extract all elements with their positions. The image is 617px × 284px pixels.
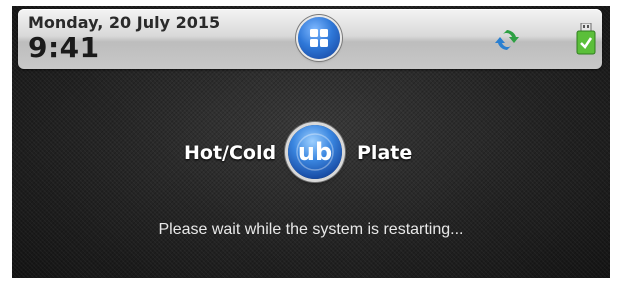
current-date: Monday, 20 July 2015 xyxy=(28,13,221,32)
usb-drive-icon[interactable] xyxy=(575,23,597,55)
logo-text: ub xyxy=(298,138,332,166)
brand-left-word: Hot/Cold xyxy=(184,142,277,164)
top-status-bar: Monday, 20 July 2015 9:41 xyxy=(18,9,602,69)
home-button[interactable] xyxy=(298,17,340,59)
device-screen: Monday, 20 July 2015 9:41 Hot/Cold ub Pl… xyxy=(12,6,610,278)
brand-right-word: Plate xyxy=(357,142,413,164)
grid-home-icon xyxy=(310,29,328,47)
current-time: 9:41 xyxy=(28,31,100,64)
restart-status-message: Please wait while the system is restarti… xyxy=(158,221,464,238)
sync-icon[interactable] xyxy=(494,27,520,53)
product-branding: Hot/Cold ub Plate xyxy=(12,123,610,183)
ub-logo-icon: ub xyxy=(296,133,334,171)
ugo-basile-logo: ub xyxy=(288,125,342,179)
